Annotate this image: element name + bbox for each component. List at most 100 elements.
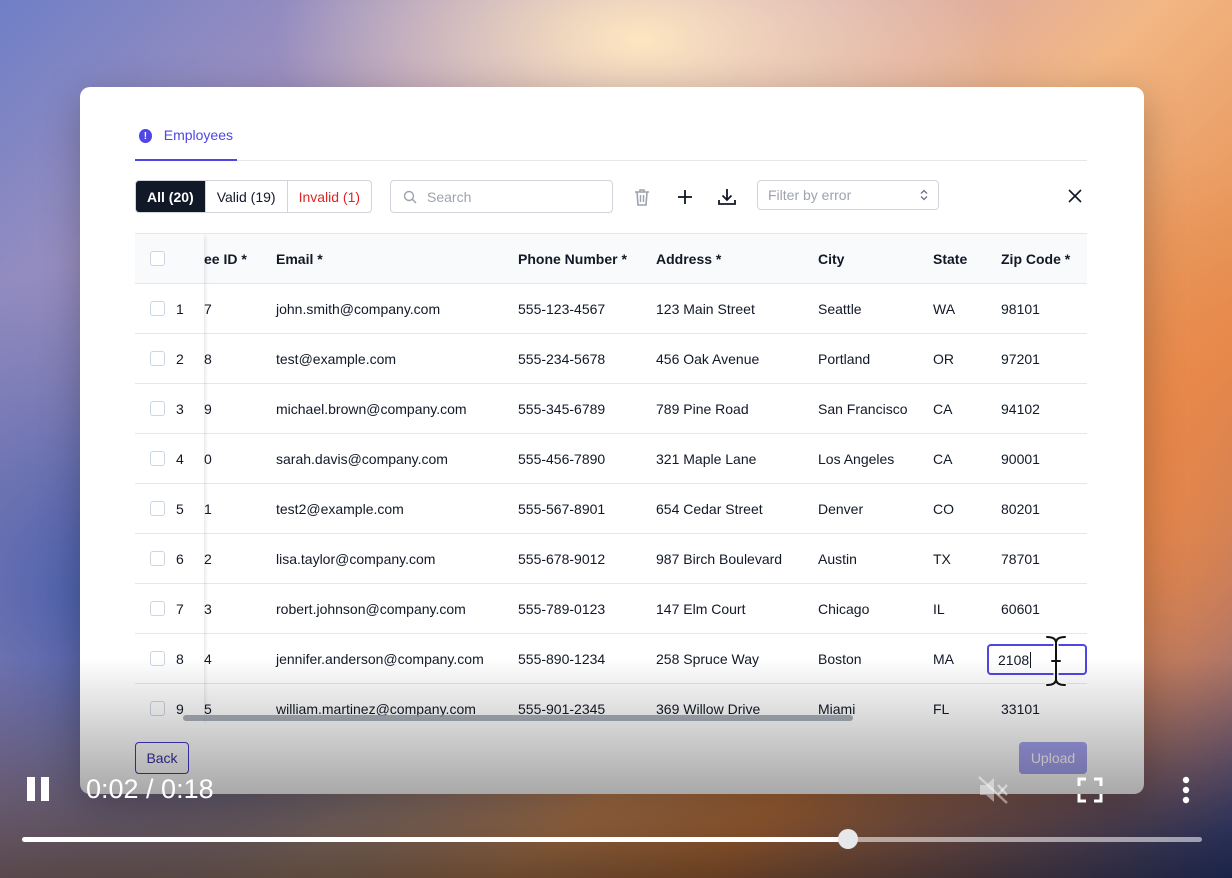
trash-icon[interactable] [629,184,655,210]
horizontal-scrollbar[interactable] [183,715,853,721]
row-checkbox[interactable] [150,401,165,416]
error-filter-select[interactable]: Filter by error [757,180,939,210]
column-header-phone[interactable]: Phone Number * [518,234,627,284]
cell-phone[interactable]: 555-123-4567 [518,284,605,334]
cell-state[interactable]: TX [933,534,951,584]
column-header-employee-id[interactable]: ee ID * [204,234,247,284]
cell-phone[interactable]: 555-678-9012 [518,534,605,584]
row-checkbox[interactable] [150,301,165,316]
cell-city[interactable]: San Francisco [818,384,907,434]
row-checkbox[interactable] [150,651,165,666]
cell-zip[interactable]: 90001 [1001,434,1040,484]
muted-speaker-icon[interactable] [977,774,1009,806]
cell-city[interactable]: Denver [818,484,863,534]
cell-city[interactable]: Seattle [818,284,862,334]
cell-zip[interactable]: 33101 [1001,684,1040,723]
cell-email[interactable]: robert.johnson@company.com [276,584,466,634]
column-header-address[interactable]: Address * [656,234,721,284]
search-box[interactable] [390,180,613,213]
cell-state[interactable]: IL [933,584,945,634]
row-checkbox[interactable] [150,451,165,466]
cell-state[interactable]: CA [933,384,952,434]
select-all-checkbox[interactable] [150,251,165,266]
cell-employee-id[interactable]: 9 [204,384,212,434]
cell-address[interactable]: 147 Elm Court [656,584,745,634]
progress-bar[interactable] [22,829,1202,849]
column-header-zip[interactable]: Zip Code * [1001,234,1070,284]
row-number: 5 [176,501,184,517]
cell-phone[interactable]: 555-890-1234 [518,634,605,684]
cell-phone[interactable]: 555-567-8901 [518,484,605,534]
row-checkbox[interactable] [150,351,165,366]
cell-state[interactable]: WA [933,284,955,334]
cell-city[interactable]: Chicago [818,584,869,634]
cell-email[interactable]: john.smith@company.com [276,284,440,334]
column-header-email[interactable]: Email * [276,234,323,284]
cell-city[interactable]: Boston [818,634,862,684]
progress-knob[interactable] [838,829,858,849]
cell-employee-id[interactable]: 4 [204,634,212,684]
pause-icon[interactable] [27,777,49,801]
cell-employee-id[interactable]: 0 [204,434,212,484]
cell-zip[interactable]: 94102 [1001,384,1040,434]
cell-employee-id[interactable]: 1 [204,484,212,534]
table-row: 7 3 robert.johnson@company.com 555-789-0… [135,584,1087,634]
column-header-city[interactable]: City [818,234,844,284]
cell-city[interactable]: Los Angeles [818,434,894,484]
cell-state[interactable]: MA [933,634,954,684]
plus-icon[interactable] [672,184,698,210]
cell-email[interactable]: lisa.taylor@company.com [276,534,435,584]
cell-phone[interactable]: 555-789-0123 [518,584,605,634]
status-filter-group: All (20) Valid (19) Invalid (1) [135,180,373,213]
cell-phone[interactable]: 555-234-5678 [518,334,605,384]
cell-state[interactable]: CA [933,434,952,484]
filter-all-button[interactable]: All (20) [136,181,206,212]
row-checkbox[interactable] [150,601,165,616]
cell-employee-id[interactable]: 2 [204,534,212,584]
cell-employee-id[interactable]: 8 [204,334,212,384]
fullscreen-icon[interactable] [1074,774,1106,806]
cell-zip[interactable]: 80201 [1001,484,1040,534]
cell-zip[interactable]: 78701 [1001,534,1040,584]
cell-city[interactable]: Portland [818,334,870,384]
column-header-state[interactable]: State [933,234,967,284]
cell-phone[interactable]: 555-456-7890 [518,434,605,484]
more-vertical-icon[interactable] [1170,774,1202,806]
download-icon[interactable] [714,184,740,210]
cell-address[interactable]: 123 Main Street [656,284,755,334]
cell-zip[interactable]: 97201 [1001,334,1040,384]
cell-address[interactable]: 321 Maple Lane [656,434,756,484]
cell-address[interactable]: 456 Oak Avenue [656,334,759,384]
cell-address[interactable]: 654 Cedar Street [656,484,763,534]
cell-email[interactable]: michael.brown@company.com [276,384,467,434]
table-row: 4 0 sarah.davis@company.com 555-456-7890… [135,434,1087,484]
row-checkbox[interactable] [150,701,165,716]
cell-phone[interactable]: 555-345-6789 [518,384,605,434]
cell-email[interactable]: test@example.com [276,334,396,384]
cell-employee-id[interactable]: 3 [204,584,212,634]
table-row: 8 4 jennifer.anderson@company.com 555-89… [135,634,1087,684]
cell-state[interactable]: CO [933,484,954,534]
cell-address[interactable]: 789 Pine Road [656,384,749,434]
cell-state[interactable]: OR [933,334,954,384]
filter-valid-button[interactable]: Valid (19) [206,181,288,212]
cell-zip[interactable]: 60601 [1001,584,1040,634]
cell-city[interactable]: Austin [818,534,857,584]
cell-address[interactable]: 258 Spruce Way [656,634,759,684]
row-checkbox[interactable] [150,551,165,566]
zip-code-edit-input[interactable]: 2108 [987,644,1087,675]
cell-state[interactable]: FL [933,684,949,723]
tab-bar: ! Employees [135,115,1087,161]
search-input[interactable] [427,188,597,205]
tab-employees[interactable]: ! Employees [135,115,237,161]
cell-email[interactable]: jennifer.anderson@company.com [276,634,484,684]
row-checkbox[interactable] [150,501,165,516]
video-player-controls: 0:02 / 0:18 [0,760,1232,878]
cell-zip[interactable]: 98101 [1001,284,1040,334]
cell-email[interactable]: test2@example.com [276,484,404,534]
filter-invalid-button[interactable]: Invalid (1) [288,181,371,212]
cell-address[interactable]: 987 Birch Boulevard [656,534,782,584]
close-icon[interactable] [1063,184,1087,208]
cell-employee-id[interactable]: 7 [204,284,212,334]
cell-email[interactable]: sarah.davis@company.com [276,434,448,484]
